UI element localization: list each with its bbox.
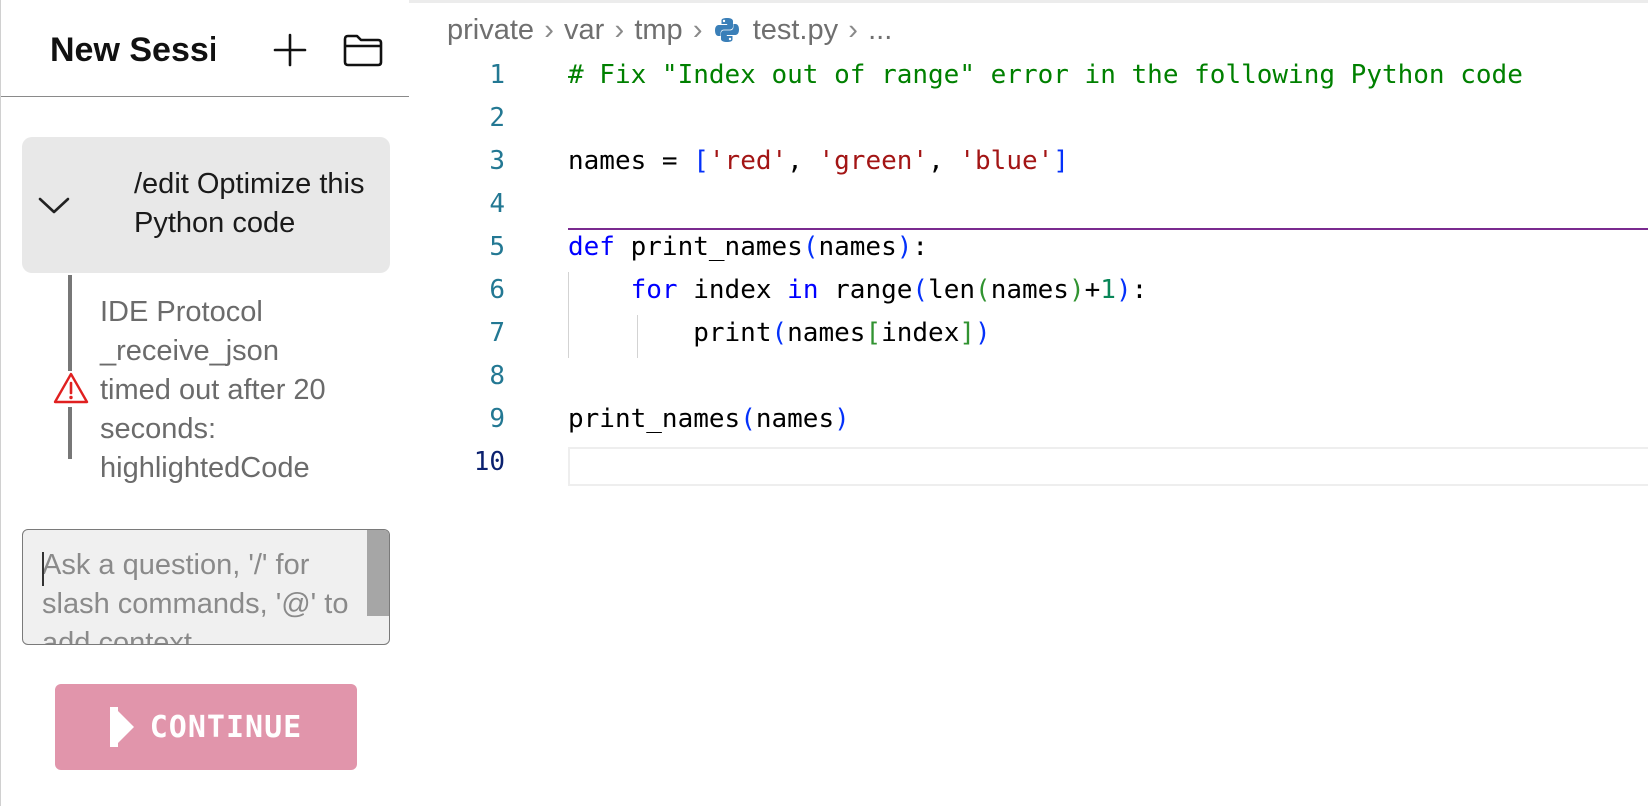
history-item-line: /edit Optimize this: [134, 168, 365, 200]
chevron-right-icon: ›: [544, 13, 554, 46]
chat-input[interactable]: [23, 530, 367, 644]
error-text: IDE Protocol _receive_json timed out aft…: [100, 293, 388, 488]
folder-icon: [343, 34, 383, 67]
line-number: 1: [489, 60, 505, 90]
chat-input-box: [22, 529, 390, 645]
line-code: # Fix "Index out of range" error in the …: [568, 60, 1523, 90]
line-code: print_names(names): [568, 404, 850, 434]
continue-button-label: CONTINUE: [149, 709, 303, 745]
code-line[interactable]: 5 def print_names(names):: [409, 226, 1648, 269]
text-caret: [42, 552, 44, 586]
code-line[interactable]: 10: [409, 441, 1648, 484]
line-number: 5: [489, 232, 505, 262]
code-line[interactable]: 4: [409, 183, 1648, 226]
code-editor: private › var › tmp › test.py › ... 1 # F…: [409, 0, 1648, 806]
continue-button[interactable]: CONTINUE: [55, 684, 357, 770]
code-line[interactable]: 7 print(names[index]): [409, 312, 1648, 355]
line-code: def print_names(names):: [568, 232, 929, 262]
line-number: 7: [489, 318, 505, 348]
breadcrumb-segment[interactable]: tmp: [634, 14, 682, 47]
code-line[interactable]: 6 for index in range(len(names)+1):: [409, 269, 1648, 312]
line-code: names = ['red', 'green', 'blue']: [568, 146, 1069, 176]
line-number: 10: [473, 447, 505, 477]
line-number: 9: [489, 404, 505, 434]
python-icon: [713, 16, 741, 44]
breadcrumb-file[interactable]: test.py: [753, 14, 838, 47]
line-number: 2: [489, 103, 505, 133]
session-history-button[interactable]: [342, 29, 384, 71]
breadcrumb-ellipsis[interactable]: ...: [868, 14, 892, 47]
error-message: IDE Protocol _receive_json timed out aft…: [22, 275, 390, 490]
warning-icon: [53, 372, 89, 404]
history-item[interactable]: /edit Optimize this Python code: [22, 137, 390, 273]
continue-sidebar: New Session /edit Opt: [0, 0, 409, 806]
line-code: for index in range(len(names)+1):: [630, 275, 1148, 305]
error-rail: [68, 275, 72, 459]
line-number: 8: [489, 361, 505, 391]
new-session-button[interactable]: [269, 29, 311, 71]
line-code: print(names[index]): [568, 318, 991, 348]
chevron-right-icon: ›: [848, 13, 858, 46]
error-line: seconds:: [100, 413, 217, 445]
chevron-down-icon[interactable]: [36, 187, 72, 223]
history-item-text: /edit Optimize this Python code: [134, 165, 390, 243]
error-line: highlightedCode: [100, 452, 310, 484]
input-scrollbar[interactable]: [367, 530, 389, 616]
line-number: 4: [489, 189, 505, 219]
error-line: _receive_json: [100, 335, 279, 367]
session-title[interactable]: New Session: [50, 28, 215, 72]
chevron-right-icon: ›: [692, 13, 703, 46]
code-line[interactable]: 8: [409, 355, 1648, 398]
breadcrumb-segment[interactable]: private: [447, 14, 534, 47]
code-line[interactable]: 9 print_names(names): [409, 398, 1648, 441]
breadcrumb-segment[interactable]: var: [564, 14, 604, 47]
sidebar-header: New Session: [1, 0, 409, 97]
line-number: 6: [489, 275, 505, 305]
history-item-line: Python code: [134, 207, 296, 239]
line-number: 3: [489, 146, 505, 176]
plus-icon: [273, 33, 307, 67]
app-window: New Session /edit Opt: [0, 0, 1648, 806]
play-icon: [109, 707, 134, 747]
code-line[interactable]: 2: [409, 97, 1648, 140]
breadcrumb: private › var › tmp › test.py › ...: [447, 10, 892, 50]
chevron-right-icon: ›: [614, 13, 625, 46]
error-line: IDE Protocol: [100, 296, 263, 328]
code-line[interactable]: 3 names = ['red', 'green', 'blue']: [409, 140, 1648, 183]
error-line: timed out after 20: [100, 374, 326, 406]
code-line[interactable]: 1 # Fix "Index out of range" error in the…: [409, 54, 1648, 97]
